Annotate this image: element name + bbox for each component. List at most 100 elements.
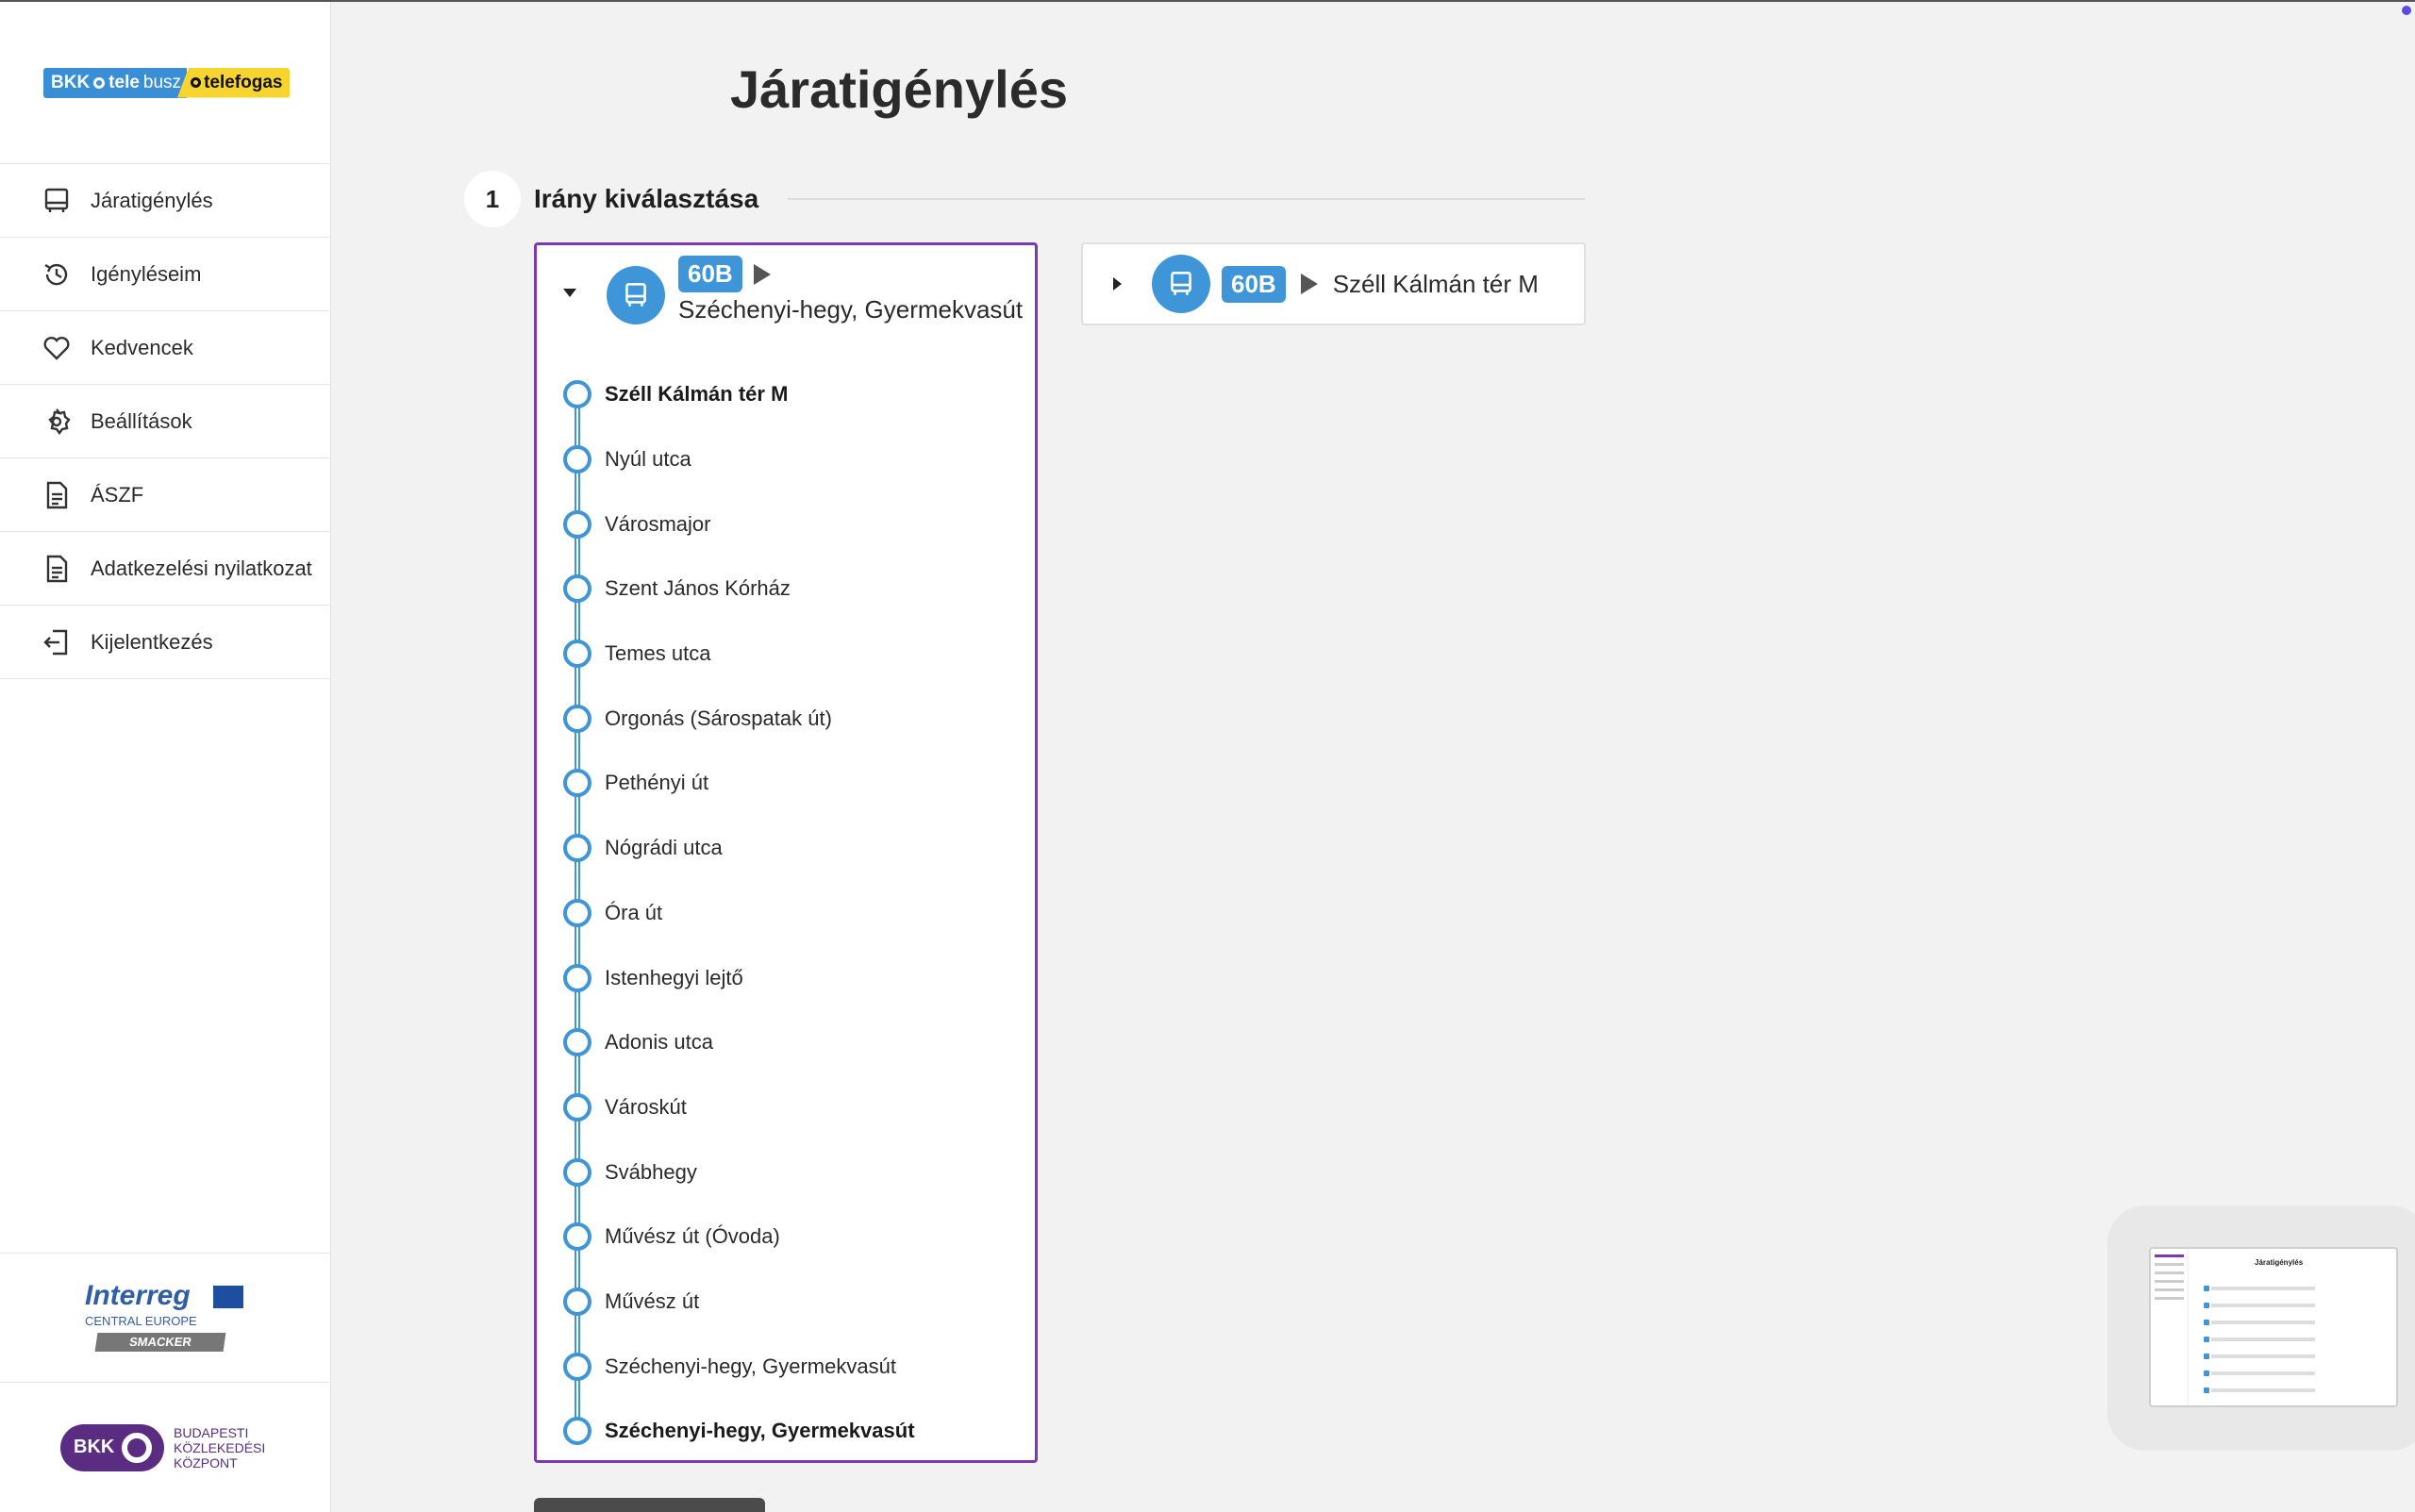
sidebar-item-kijelentkezes[interactable]: Kijelentkezés [0,606,330,679]
stop-item[interactable]: Temes utca [537,622,1035,687]
stop-marker-icon [563,1157,591,1187]
step-number: 1 [464,171,521,227]
stop-marker-icon [563,1028,591,1057]
sidebar-item-label: Kedvencek [91,335,193,359]
sidebar-item-jaratigenyles[interactable]: Járatigénylés [0,164,330,238]
direction-card-selected[interactable]: 60B Széchenyi-hegy, Gyermekvasút Széll K… [534,242,1038,1463]
stop-marker-icon [563,509,591,539]
direction-arrow-icon [754,264,771,285]
sidebar-item-label: Beállítások [91,408,192,433]
stop-name: Városmajor [605,511,711,536]
stop-marker-icon [563,834,591,863]
bus-icon [1152,255,1210,313]
stop-name: Temes utca [605,641,711,666]
sidebar-item-adatkezelesi-nyilatkozat[interactable]: Adatkezelési nyilatkozat [0,532,330,606]
stop-name: Nyúl utca [605,447,691,472]
bkk-circle-icon [122,1432,153,1463]
document-icon [46,481,68,508]
preview-title: Járatigénylés [2255,1258,2304,1267]
stop-marker-icon [563,704,591,733]
heart-icon [43,336,70,360]
preview-row [2204,1371,2315,1376]
stop-item[interactable]: Nyúl utca [537,427,1035,492]
interreg-name: Interreg [85,1280,191,1311]
stop-item[interactable]: Nógrádi utca [537,816,1035,881]
stop-marker-icon [563,898,591,927]
gear-icon [48,407,71,435]
preview-row [2204,1303,2315,1308]
stop-marker-icon [563,640,591,669]
preview-row [2204,1286,2315,1291]
stop-name: Művész út [605,1288,700,1313]
bkk-line2: KÖZLEKEDÉSI [174,1439,266,1455]
stop-item[interactable]: Szent János Kórház [537,557,1035,622]
bus-icon [44,188,69,212]
stop-marker-icon [563,380,591,409]
stop-name: Művész út (Óvoda) [605,1224,780,1249]
stop-item[interactable]: Széchenyi-hegy, Gyermekvasút [537,1399,1035,1464]
sidebar-item-beallitasok[interactable]: Beállítások [0,385,330,458]
sidebar: BKK tele busz telefogas Járatigénylés Igé… [0,2,331,1512]
interreg-project: SMACKER [94,1333,226,1352]
stop-name: Adonis utca [605,1030,713,1055]
stop-marker-icon [563,1417,591,1446]
chevron-down-icon[interactable] [563,289,576,297]
bkk-logo: BKK BUDAPESTI KÖZLEKEDÉSI KÖZPONT [0,1382,330,1512]
preview-row [2204,1320,2315,1325]
stop-name: Nógrádi utca [605,836,723,860]
window-top-border [0,0,2415,2]
status-dot [2402,6,2411,15]
step-divider [788,198,1585,200]
step-label: Irány kiválasztása [534,184,759,213]
route-badge: 60B [678,256,742,292]
sidebar-item-kedvencek[interactable]: Kedvencek [0,311,330,385]
sidebar-item-igenyleseim[interactable]: Igényléseim [0,238,330,311]
page-title: Járatigénylés [730,59,1068,119]
stop-item[interactable]: Széchenyi-hegy, Gyermekvasút [537,1334,1035,1399]
stop-marker-icon [563,574,591,604]
screen-preview-thumbnail[interactable]: Járatigénylés [2107,1205,2415,1451]
direction-card-other[interactable]: 60B Széll Kálmán tér M [1081,242,1586,325]
interreg-logo: Interreg CENTRAL EUROPE SMACKER [0,1253,330,1382]
stop-marker-icon [563,1092,591,1122]
logout-icon [43,629,68,655]
stop-item[interactable]: Svábhegy [537,1139,1035,1205]
bkk-line3: KÖZPONT [174,1454,238,1470]
stop-name: Széchenyi-hegy, Gyermekvasút [605,1419,915,1443]
stop-name: Szent János Kórház [605,576,791,601]
stop-marker-icon [563,963,591,992]
stop-marker-icon [563,445,591,474]
preview-row [2204,1387,2315,1393]
preview-content: Járatigénylés [2149,1247,2398,1407]
interreg-region: CENTRAL EUROPE [85,1314,197,1328]
page-title-wrap: Járatigénylés [0,58,2118,120]
continue-button[interactable] [534,1498,765,1512]
stop-name: Széll Kálmán tér M [605,382,789,407]
destination-label: Széchenyi-hegy, Gyermekvasút [678,295,1024,324]
stop-name: Pethényi út [605,771,709,795]
stop-marker-icon [563,1287,591,1316]
stop-marker-icon [563,1352,591,1381]
chevron-right-icon[interactable] [1113,277,1122,291]
stop-item[interactable]: Pethényi út [537,751,1035,816]
stop-item[interactable]: Művész út [537,1270,1035,1335]
sidebar-item-label: Adatkezelési nyilatkozat [91,556,312,580]
stop-item[interactable]: Óra út [537,881,1035,946]
stop-item[interactable]: Művész út (Óvoda) [537,1205,1035,1270]
sidebar-item-aszf[interactable]: ÁSZF [0,458,330,532]
history-icon [44,263,68,285]
stop-name: Óra út [605,900,663,924]
direction-header[interactable]: 60B Széchenyi-hegy, Gyermekvasút [537,245,1035,349]
stop-list: Széll Kálmán tér M Nyúl utca Városmajor Sze… [537,362,1035,1464]
sidebar-item-label: Igényléseim [91,261,202,286]
stop-item[interactable]: Városmajor [537,491,1035,557]
stop-item[interactable]: Városkút [537,1075,1035,1140]
destination-label: Széll Kálmán tér M [1332,269,1539,298]
stop-item[interactable]: Istenhegyi lejtő [537,945,1035,1010]
sidebar-item-label: ÁSZF [91,482,144,507]
stop-marker-icon [563,769,591,798]
stop-item[interactable]: Széll Kálmán tér M [537,362,1035,427]
stop-item[interactable]: Adonis utca [537,1010,1035,1075]
preview-sidebar [2151,1249,2189,1405]
stop-item[interactable]: Orgonás (Sárospatak út) [537,686,1035,751]
